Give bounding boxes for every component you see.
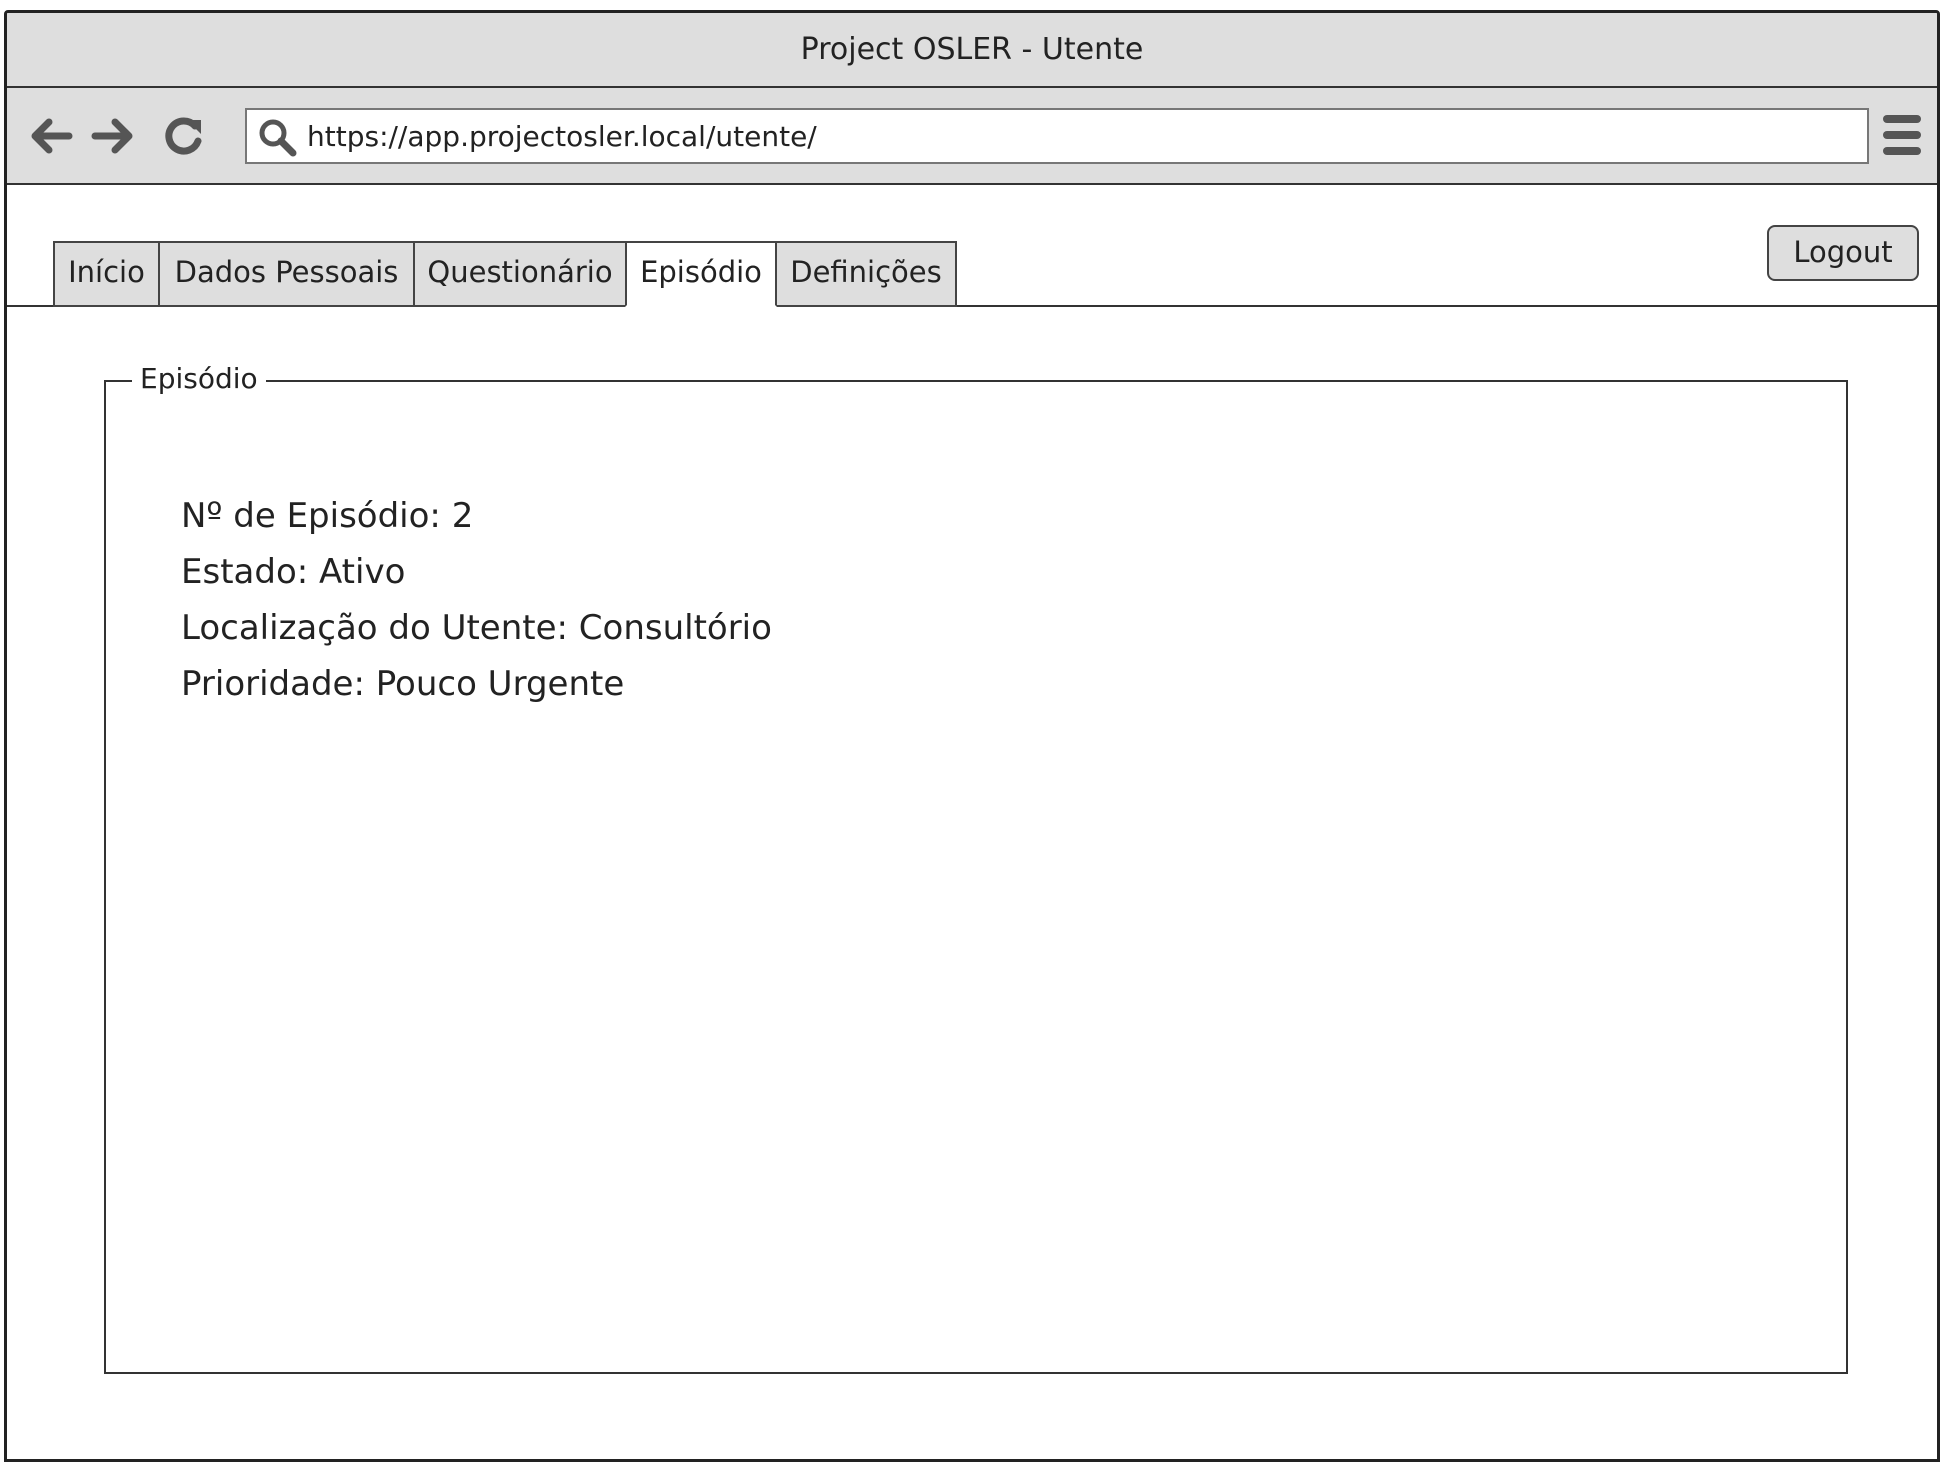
tab-dados-pessoais[interactable]: Dados Pessoais (158, 241, 415, 307)
arrow-left-icon (31, 118, 73, 154)
episode-priority: Prioridade: Pouco Urgente (181, 664, 625, 704)
forward-button[interactable] (87, 106, 139, 166)
tab-bar: Início Dados Pessoais Questionário Episó… (7, 185, 1937, 307)
browser-toolbar (7, 88, 1937, 185)
search-icon (259, 119, 297, 157)
hamburger-menu-icon (1883, 147, 1921, 155)
tab-episodio[interactable]: Episódio (625, 241, 777, 307)
reload-button[interactable] (157, 106, 209, 166)
reload-icon (165, 117, 202, 155)
episode-panel-title: Episódio (132, 359, 266, 399)
logout-button[interactable]: Logout (1767, 225, 1919, 281)
episode-number: Nº de Episódio: 2 (181, 496, 474, 536)
episode-info: Nº de Episódio: 2 Estado: Ativo Localiza… (181, 488, 772, 712)
tab-definicoes[interactable]: Definições (775, 241, 957, 307)
window-title: Project OSLER - Utente (7, 13, 1937, 88)
episode-panel: Episódio Nº de Episódio: 2 Estado: Ativo… (104, 359, 1848, 1374)
hamburger-menu-icon (1883, 115, 1921, 123)
hamburger-menu-icon (1883, 131, 1921, 139)
back-button[interactable] (25, 106, 77, 166)
tab-inicio[interactable]: Início (53, 241, 160, 307)
url-input[interactable] (307, 114, 1847, 158)
browser-menu-button[interactable] (1879, 113, 1925, 159)
arrow-right-icon (91, 118, 133, 154)
browser-window: Project OSLER - Utente https://app.proje… (4, 10, 1940, 1462)
episode-status: Estado: Ativo (181, 552, 406, 592)
address-bar[interactable] (245, 108, 1869, 164)
tab-questionario[interactable]: Questionário (413, 241, 627, 307)
patient-location: Localização do Utente: Consultório (181, 608, 772, 648)
